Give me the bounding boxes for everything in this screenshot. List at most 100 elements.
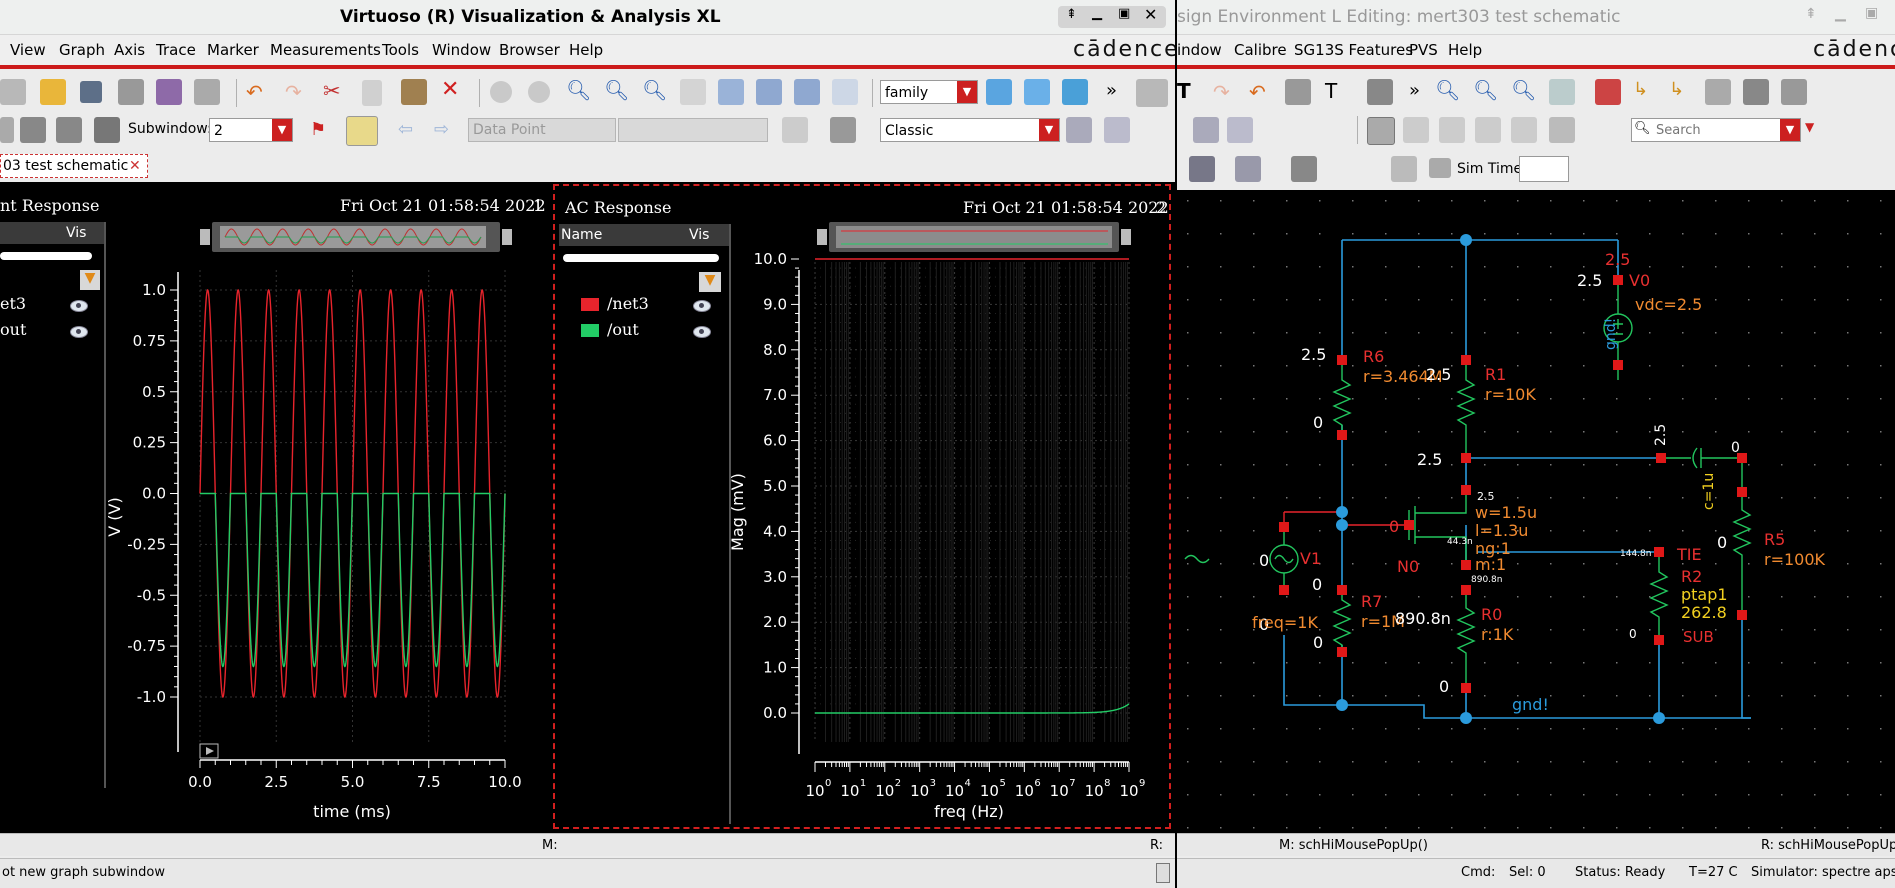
prev-icon[interactable]: ⇦ <box>398 119 413 140</box>
transient-plot[interactable]: 1.0 0.75 0.5 0.25 0.0 -0.25 -0.5 -0.75 -1.0 0.0 2… <box>0 182 550 833</box>
mosfet-n0[interactable] <box>1408 490 1467 565</box>
probe-icon[interactable] <box>1391 156 1417 182</box>
layout-icon[interactable] <box>0 117 14 143</box>
menu-browser[interactable]: Browser <box>499 41 560 59</box>
maximize-icon[interactable]: ▣ <box>1118 6 1130 21</box>
sim-icon[interactable] <box>1189 156 1215 182</box>
transient-subwindow[interactable]: nt Response Fri Oct 21 01:58:54 2022 1 V… <box>0 182 550 833</box>
resistor-r1[interactable] <box>1456 360 1476 458</box>
menu-view[interactable]: View <box>10 41 46 59</box>
zoom-y-icon[interactable] <box>794 79 820 105</box>
minimize-icon[interactable]: ▁ <box>1835 6 1846 22</box>
select2-icon[interactable] <box>1403 117 1429 143</box>
netlist-icon[interactable] <box>1291 156 1317 182</box>
menu-measurements[interactable]: Measurements <box>270 41 381 59</box>
redo-icon[interactable]: ↷ <box>285 80 302 104</box>
family-combo[interactable]: family ▼ <box>880 80 978 104</box>
pin[interactable] <box>1337 355 1347 365</box>
scroll-left-icon[interactable] <box>817 229 827 245</box>
overlay-chart-icon[interactable] <box>1062 79 1088 105</box>
pin[interactable] <box>1654 547 1664 557</box>
instance-icon[interactable] <box>1595 79 1621 105</box>
pin[interactable] <box>1461 485 1471 495</box>
text-tool-icon[interactable]: T <box>1177 79 1191 103</box>
resistor-r6[interactable] <box>1332 360 1352 435</box>
resistor-r7[interactable] <box>1332 590 1352 652</box>
ac-plot[interactable]: 10.09.08.07.06.05.04.03.02.01.00.0 10 0 10… <box>553 182 1173 833</box>
pin[interactable] <box>1404 520 1414 530</box>
resistor-r0[interactable] <box>1456 590 1476 688</box>
menu-pvs[interactable]: PVS <box>1409 41 1438 59</box>
select4-icon[interactable] <box>1475 117 1501 143</box>
pin[interactable] <box>1461 560 1471 570</box>
zoom-icon[interactable]: 🔍︎ <box>566 78 591 102</box>
print-graph-icon[interactable] <box>156 79 182 105</box>
trace-out[interactable] <box>815 703 1130 714</box>
pin[interactable] <box>1279 585 1289 595</box>
zoom-out-icon[interactable]: 🔍︎ <box>1511 78 1536 102</box>
pin-tool-icon[interactable] <box>1743 79 1769 105</box>
pin[interactable] <box>1737 487 1747 497</box>
resize-grip[interactable] <box>1156 863 1170 883</box>
stretch-icon[interactable] <box>1285 79 1311 105</box>
open-icon[interactable] <box>40 79 66 105</box>
align-icon[interactable] <box>1367 79 1393 105</box>
grid-icon[interactable] <box>1136 79 1168 107</box>
scroll-left-icon[interactable] <box>200 229 210 245</box>
schematic-canvas[interactable]: gnd! 2.5 2.5 V0 vdc=2.5 2.5 R6 r=3.464M … <box>1177 190 1895 835</box>
undo-icon[interactable]: ↶ <box>246 80 263 104</box>
paste-icon[interactable] <box>401 79 427 105</box>
label-icon[interactable]: T <box>1325 79 1337 103</box>
flag-icon[interactable]: ⚑ <box>310 119 326 140</box>
pin[interactable] <box>1279 522 1289 532</box>
menu-sg13s-features[interactable]: SG13S Features <box>1294 41 1413 59</box>
scroll-right-icon[interactable] <box>502 229 512 245</box>
menu-help[interactable]: Help <box>1448 41 1482 59</box>
columns-icon[interactable] <box>56 117 82 143</box>
print-icon[interactable] <box>118 79 144 105</box>
pin-icon[interactable]: ⇞ <box>1066 7 1077 22</box>
pin[interactable] <box>1337 647 1347 657</box>
menu-axis[interactable]: Axis <box>114 41 145 59</box>
menu-help[interactable]: Help <box>569 41 603 59</box>
zoom-x-icon[interactable] <box>680 79 706 105</box>
cut-icon[interactable]: ✂ <box>323 79 341 103</box>
menu-window[interactable]: indow <box>1177 41 1222 59</box>
pin[interactable] <box>1337 430 1347 440</box>
pin[interactable] <box>1613 275 1623 285</box>
menu-trace[interactable]: Trace <box>156 41 196 59</box>
redo-icon[interactable]: ↷ <box>1213 80 1230 104</box>
wire2-icon[interactable]: ↳ <box>1669 79 1684 100</box>
zoom-scroller-thumb[interactable] <box>836 226 1112 248</box>
close-subwindow-icon[interactable] <box>1104 117 1130 143</box>
pin-icon[interactable]: ⇞ <box>1805 6 1817 22</box>
pin[interactable] <box>1337 585 1347 595</box>
save-icon[interactable] <box>80 81 102 103</box>
fit-icon[interactable] <box>718 79 744 105</box>
new-window-icon[interactable] <box>0 79 26 105</box>
undo-icon[interactable]: ↶ <box>1249 80 1266 104</box>
resistor-r2[interactable] <box>1649 552 1669 640</box>
zoom-fit-icon[interactable]: 🔍︎ <box>1435 78 1460 102</box>
search-input[interactable] <box>1654 120 1776 140</box>
info-icon[interactable] <box>346 116 378 146</box>
zoom-in-icon[interactable]: 🔍︎ <box>1473 78 1498 102</box>
menu-calibre[interactable]: Calibre <box>1234 41 1287 59</box>
split-chart-icon[interactable] <box>1024 79 1050 105</box>
label-abc-icon[interactable] <box>1705 79 1731 105</box>
tile-icon[interactable] <box>94 117 120 143</box>
strip-chart-icon[interactable] <box>986 79 1012 105</box>
select5-icon[interactable] <box>1511 117 1537 143</box>
zoom-out-icon[interactable]: 🔍︎ <box>642 78 667 102</box>
property-icon[interactable] <box>1781 79 1807 105</box>
tab-schematic[interactable]: 03 test schematic ✕ <box>0 154 148 178</box>
close-subwindow-icon[interactable] <box>1227 117 1253 143</box>
select3-icon[interactable] <box>1439 117 1465 143</box>
message-icon[interactable] <box>1429 158 1451 178</box>
marker2-icon[interactable] <box>528 81 550 103</box>
pin[interactable] <box>1656 453 1666 463</box>
schematic-drawing[interactable]: gnd! 2.5 2.5 V0 vdc=2.5 2.5 R6 r=3.464M … <box>1177 190 1895 835</box>
select6-icon[interactable] <box>1549 117 1575 143</box>
pin[interactable] <box>1461 585 1471 595</box>
search-field[interactable]: 🔍︎ ▼ <box>1631 118 1801 142</box>
